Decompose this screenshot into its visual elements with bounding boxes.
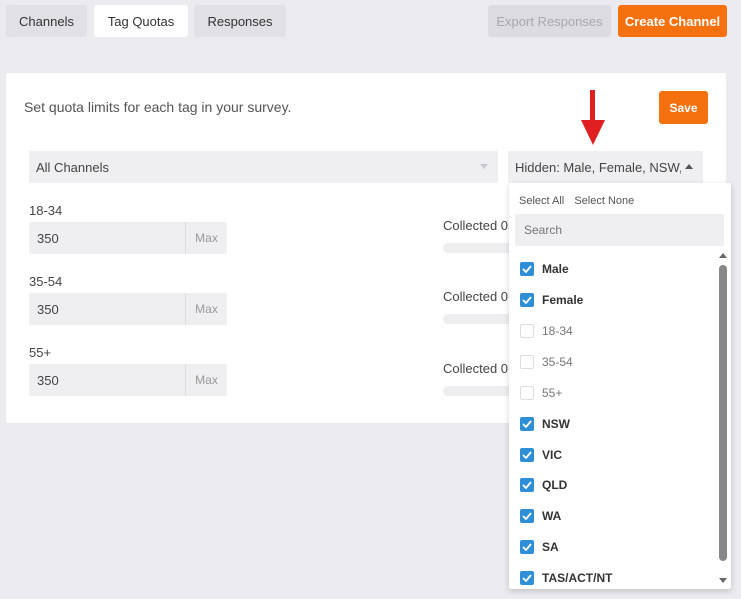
checkbox[interactable] [520,540,534,554]
dropdown-option-label: 55+ [542,386,563,400]
dropdown-option[interactable]: TAS/ACT/NT [520,571,612,585]
checkmark-icon [522,451,532,459]
dropdown-option-label: WA [542,509,562,523]
dropdown-option-label: Male [542,262,569,276]
scroll-up-icon[interactable] [719,253,727,258]
progress-bar [443,314,513,324]
collected-count: Collected 0 [443,361,509,376]
down-arrow-icon [581,90,605,145]
dropdown-option-label: TAS/ACT/NT [542,571,613,585]
quota-value[interactable]: 350 [29,364,185,396]
chevron-down-icon [480,164,488,169]
dropdown-search-input[interactable] [515,214,724,246]
max-suffix: Max [185,222,227,254]
scrollbar-thumb[interactable] [719,265,727,561]
max-suffix: Max [185,293,227,325]
tab-tag-quotas[interactable]: Tag Quotas [94,5,188,37]
max-suffix: Max [185,364,227,396]
checkbox[interactable] [520,509,534,523]
dropdown-option-label: 35-54 [542,355,573,369]
save-button[interactable]: Save [659,91,708,124]
hidden-tags-value: Hidden: Male, Female, NSW, VIC, QLD, WA,… [515,159,681,175]
dropdown-option[interactable]: 35-54 [520,355,573,369]
hidden-tags-dropdown: Select All Select None Male Female 18-34 35… [509,183,731,589]
checkbox[interactable] [520,293,534,307]
quota-value[interactable]: 350 [29,222,185,254]
checkbox[interactable] [520,262,534,276]
dropdown-option[interactable]: NSW [520,417,570,431]
select-all-link[interactable]: Select All [519,195,564,207]
checkmark-icon [522,420,532,428]
dropdown-option-label: NSW [542,417,570,431]
dropdown-actions: Select All Select None [519,195,641,207]
intro-text: Set quota limits for each tag in your su… [24,99,292,115]
tab-channels[interactable]: Channels [6,5,87,37]
collected-count: Collected 0 [443,218,509,233]
tag-label: 55+ [29,345,52,360]
tab-responses[interactable]: Responses [194,5,286,37]
checkmark-icon [522,265,532,273]
checkbox[interactable] [520,571,534,585]
dropdown-option-label: 18-34 [542,324,573,338]
hidden-tags-select[interactable]: Hidden: Male, Female, NSW, VIC, QLD, WA,… [508,151,703,183]
checkmark-icon [522,296,532,304]
tag-label: 18-34 [29,203,63,218]
checkmark-icon [522,481,532,489]
dropdown-option-label: Female [542,293,584,307]
dropdown-option[interactable]: VIC [520,448,562,462]
checkbox[interactable] [520,417,534,431]
dropdown-option[interactable]: QLD [520,478,567,492]
checkbox[interactable] [520,386,534,400]
export-responses-button[interactable]: Export Responses [488,5,611,37]
dropdown-option[interactable]: SA [520,540,559,554]
checkmark-icon [522,543,532,551]
scrollbar[interactable] [717,251,729,587]
checkbox[interactable] [520,448,534,462]
checkbox[interactable] [520,355,534,369]
quota-input[interactable]: 350 Max [29,293,227,325]
dropdown-option[interactable]: Male [520,262,569,276]
checkmark-icon [522,574,532,582]
create-channel-button[interactable]: Create Channel [618,5,727,37]
select-none-link[interactable]: Select None [574,195,634,207]
progress-bar [443,386,513,396]
quota-input[interactable]: 350 Max [29,222,227,254]
dropdown-option[interactable]: Female [520,293,583,307]
dropdown-option-label: VIC [542,448,563,462]
quota-input[interactable]: 350 Max [29,364,227,396]
collected-count: Collected 0 [443,289,509,304]
progress-bar [443,243,513,253]
checkbox[interactable] [520,478,534,492]
channel-filter-value: All Channels [36,159,109,175]
dropdown-option[interactable]: 18-34 [520,324,573,338]
chevron-up-icon [685,164,693,169]
dropdown-option[interactable]: WA [520,509,561,523]
checkbox[interactable] [520,324,534,338]
dropdown-option-label: SA [542,540,559,554]
channel-filter-select[interactable]: All Channels [29,151,498,183]
dropdown-option[interactable]: 55+ [520,386,562,400]
quota-value[interactable]: 350 [29,293,185,325]
checkmark-icon [522,512,532,520]
tag-label: 35-54 [29,274,63,289]
dropdown-option-label: QLD [542,478,568,492]
scroll-down-icon[interactable] [719,578,727,583]
